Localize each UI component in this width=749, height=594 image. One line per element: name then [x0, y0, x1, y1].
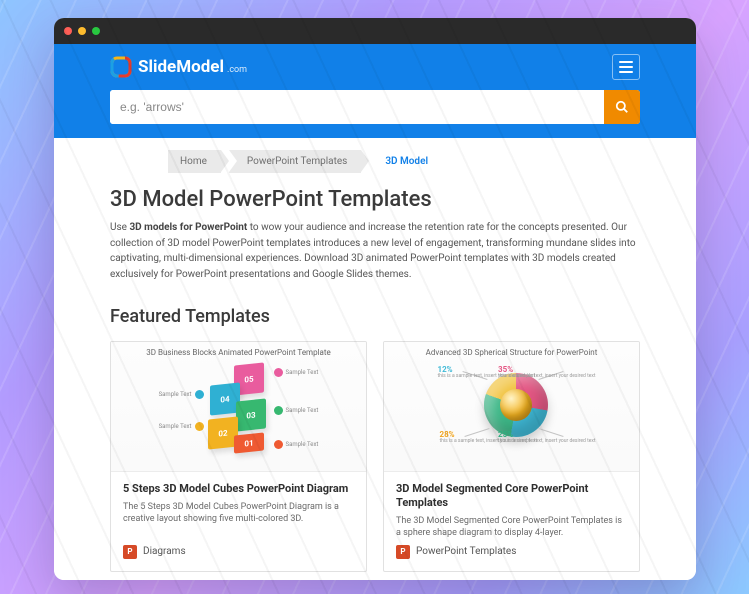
- card-thumbnail: 3D Business Blocks Animated PowerPoint T…: [111, 342, 366, 472]
- logo-text: SlideModel: [138, 57, 224, 77]
- featured-heading: Featured Templates: [110, 306, 640, 327]
- logo-suffix: .com: [227, 65, 247, 75]
- browser-window: SlideModel .com: [54, 18, 696, 580]
- search-bar: [110, 90, 640, 124]
- page-title: 3D Model PowerPoint Templates: [110, 187, 640, 212]
- desktop-background: SlideModel .com: [0, 0, 749, 594]
- featured-cards: 3D Business Blocks Animated PowerPoint T…: [110, 341, 640, 572]
- card-desc: The 5 Steps 3D Model Cubes PowerPoint Di…: [123, 501, 354, 526]
- thumb-title: 3D Business Blocks Animated PowerPoint T…: [111, 348, 366, 357]
- site-logo[interactable]: SlideModel .com: [110, 56, 247, 78]
- card-title: 3D Model Segmented Core PowerPoint Templ…: [396, 482, 627, 510]
- card-meta: P Diagrams: [123, 545, 354, 559]
- breadcrumb-current: 3D Model: [369, 150, 442, 173]
- window-maximize-button[interactable]: [92, 27, 100, 35]
- card-desc: The 3D Model Segmented Core PowerPoint T…: [396, 515, 627, 540]
- template-card[interactable]: 3D Business Blocks Animated PowerPoint T…: [110, 341, 367, 572]
- breadcrumb-item-ppt-templates[interactable]: PowerPoint Templates: [229, 150, 361, 173]
- powerpoint-icon: P: [123, 545, 137, 559]
- search-button[interactable]: [604, 90, 640, 124]
- card-category[interactable]: PowerPoint Templates: [416, 546, 516, 557]
- logo-icon: [110, 56, 132, 78]
- breadcrumb: Home PowerPoint Templates 3D Model: [168, 150, 640, 173]
- header-top-row: SlideModel .com: [110, 54, 640, 80]
- window-minimize-button[interactable]: [78, 27, 86, 35]
- page-content: Home PowerPoint Templates 3D Model 3D Mo…: [54, 138, 696, 580]
- site-header: SlideModel .com: [54, 44, 696, 138]
- breadcrumb-item-home[interactable]: Home: [168, 150, 221, 173]
- card-title: 5 Steps 3D Model Cubes PowerPoint Diagra…: [123, 482, 354, 496]
- card-thumbnail: Advanced 3D Spherical Structure for Powe…: [384, 342, 639, 472]
- card-meta: P PowerPoint Templates: [396, 545, 627, 559]
- window-close-button[interactable]: [64, 27, 72, 35]
- card-body: 3D Model Segmented Core PowerPoint Templ…: [384, 472, 639, 571]
- window-titlebar: [54, 18, 696, 44]
- card-body: 5 Steps 3D Model Cubes PowerPoint Diagra…: [111, 472, 366, 571]
- hamburger-icon: [619, 61, 633, 63]
- search-input[interactable]: [110, 90, 604, 124]
- page-intro: Use 3D models for PowerPoint to wow your…: [110, 220, 640, 282]
- menu-button[interactable]: [612, 54, 640, 80]
- sphere-graphic: 12%this is a sample text, insert your de…: [422, 359, 602, 455]
- search-icon: [615, 100, 629, 114]
- cubes-graphic: 05 04 03 02 01 Sample Text Sample Text S…: [174, 362, 304, 452]
- template-card[interactable]: Advanced 3D Spherical Structure for Powe…: [383, 341, 640, 572]
- thumb-title: Advanced 3D Spherical Structure for Powe…: [384, 348, 639, 357]
- powerpoint-icon: P: [396, 545, 410, 559]
- card-category[interactable]: Diagrams: [143, 546, 186, 557]
